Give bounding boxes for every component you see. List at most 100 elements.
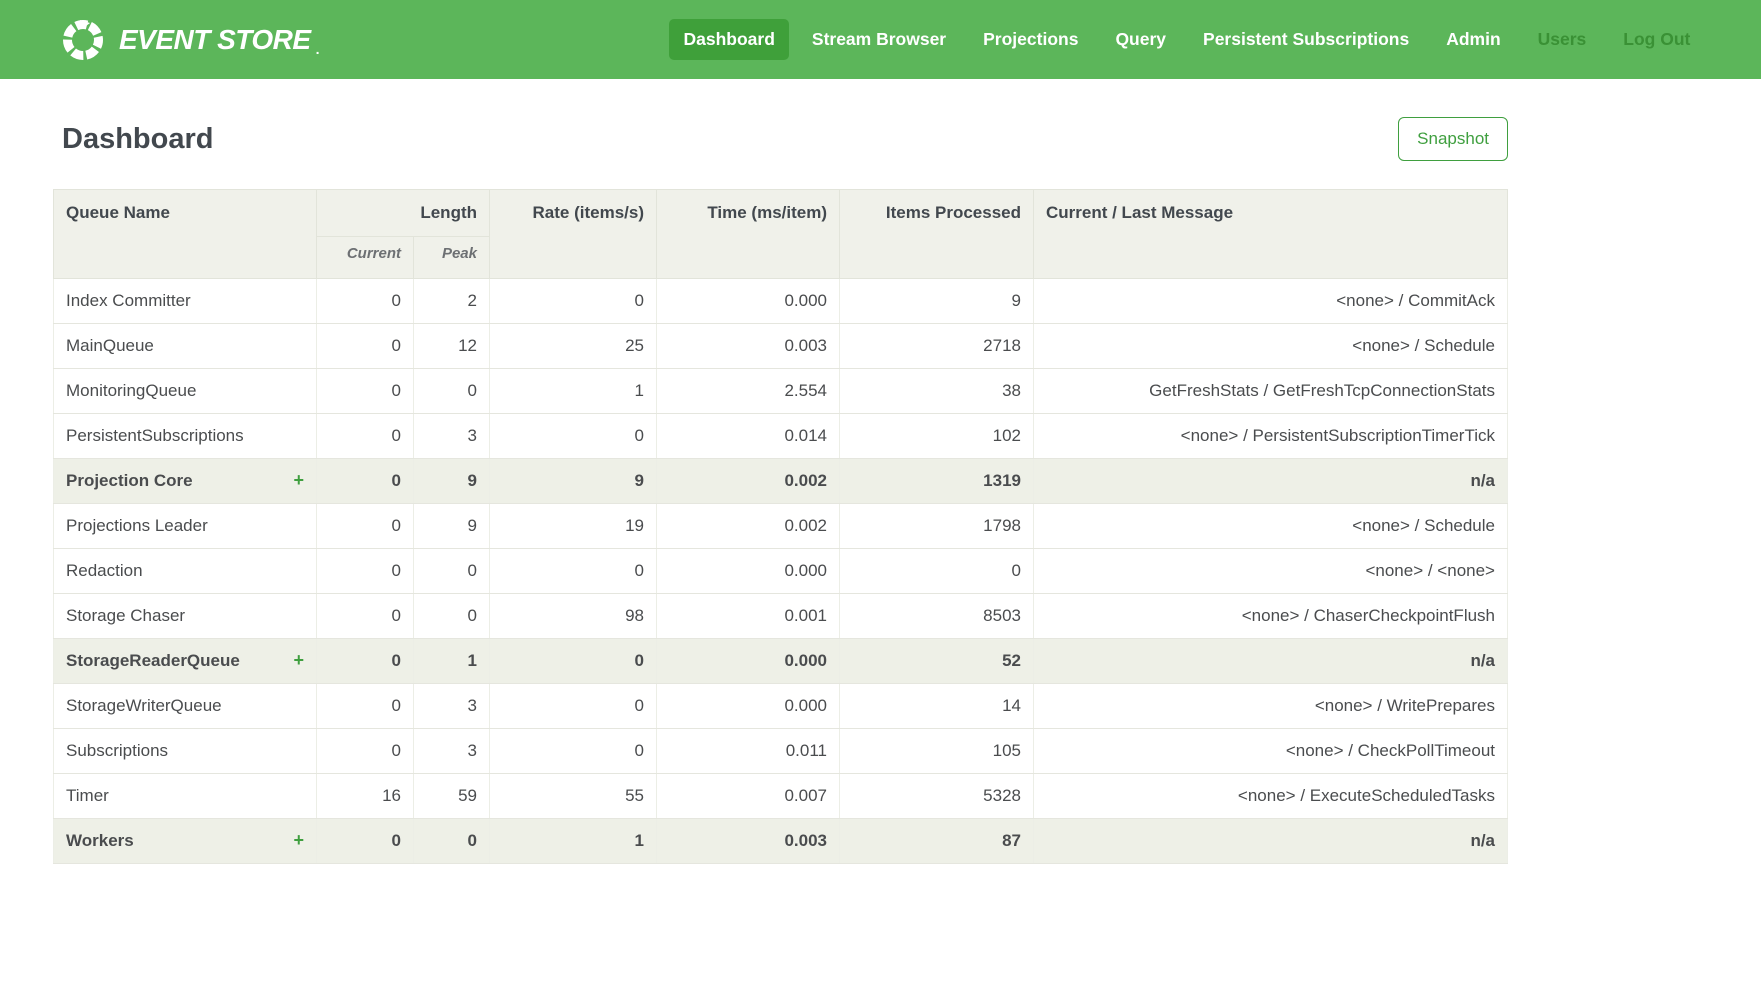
table-row: StorageReaderQueue+0100.00052n/a [54, 639, 1508, 684]
message-cell: <none> / WritePrepares [1034, 684, 1508, 729]
message-cell: <none> / ChaserCheckpointFlush [1034, 594, 1508, 639]
queue-name-label: Storage Chaser [66, 606, 185, 625]
table-row: Index Committer0200.0009<none> / CommitA… [54, 279, 1508, 324]
items-processed-cell: 1319 [840, 459, 1034, 504]
page-title: Dashboard [62, 123, 213, 156]
length-peak-cell: 12 [414, 324, 490, 369]
header-rate: Rate (items/s) [490, 190, 657, 279]
items-processed-cell: 0 [840, 549, 1034, 594]
items-processed-cell: 8503 [840, 594, 1034, 639]
length-current-cell: 0 [317, 279, 414, 324]
table-row: Storage Chaser00980.0018503<none> / Chas… [54, 594, 1508, 639]
items-processed-cell: 9 [840, 279, 1034, 324]
queue-name-label: MainQueue [66, 336, 154, 355]
queue-name-cell: MonitoringQueue [54, 369, 317, 414]
rate-cell: 0 [490, 729, 657, 774]
rate-cell: 9 [490, 459, 657, 504]
length-current-cell: 0 [317, 729, 414, 774]
nav-item-users[interactable]: Users [1524, 19, 1601, 61]
items-processed-cell: 1798 [840, 504, 1034, 549]
length-current-cell: 0 [317, 639, 414, 684]
length-current-cell: 16 [317, 774, 414, 819]
rate-cell: 1 [490, 369, 657, 414]
snapshot-button[interactable]: Snapshot [1398, 117, 1508, 161]
rate-cell: 0 [490, 684, 657, 729]
table-row: Workers+0010.00387n/a [54, 819, 1508, 864]
nav-item-persistent-subscriptions[interactable]: Persistent Subscriptions [1189, 19, 1423, 61]
length-peak-cell: 3 [414, 414, 490, 459]
queue-name-label: Index Committer [66, 291, 191, 310]
expand-plus-icon[interactable]: + [293, 471, 304, 489]
header-queue-name: Queue Name [54, 190, 317, 279]
expand-plus-icon[interactable]: + [293, 651, 304, 669]
items-processed-cell: 14 [840, 684, 1034, 729]
nav-item-stream-browser[interactable]: Stream Browser [798, 19, 960, 61]
table-row: StorageWriterQueue0300.00014<none> / Wri… [54, 684, 1508, 729]
rate-cell: 0 [490, 549, 657, 594]
message-cell: GetFreshStats / GetFreshTcpConnectionSta… [1034, 369, 1508, 414]
length-peak-cell: 2 [414, 279, 490, 324]
message-cell: <none> / CheckPollTimeout [1034, 729, 1508, 774]
nav-item-admin[interactable]: Admin [1432, 19, 1514, 61]
queue-name-label: StorageReaderQueue [66, 651, 240, 670]
table-row: Timer1659550.0075328<none> / ExecuteSche… [54, 774, 1508, 819]
event-store-logo-icon [60, 17, 106, 63]
queue-name-label: Projections Leader [66, 516, 208, 535]
queue-name-cell: Projection Core + [54, 459, 317, 504]
length-peak-cell: 0 [414, 819, 490, 864]
event-store-logo-text: EVENT STORE [119, 24, 311, 56]
header-peak: Peak [414, 237, 490, 279]
nav-item-log-out[interactable]: Log Out [1609, 19, 1704, 61]
time-cell: 0.002 [657, 504, 840, 549]
message-cell: n/a [1034, 819, 1508, 864]
header-message: Current / Last Message [1034, 190, 1508, 279]
time-cell: 0.000 [657, 549, 840, 594]
items-processed-cell: 105 [840, 729, 1034, 774]
nav-item-projections[interactable]: Projections [969, 19, 1092, 61]
time-cell: 0.011 [657, 729, 840, 774]
table-row: Projections Leader09190.0021798<none> / … [54, 504, 1508, 549]
time-cell: 0.014 [657, 414, 840, 459]
message-cell: <none> / CommitAck [1034, 279, 1508, 324]
rate-cell: 0 [490, 414, 657, 459]
event-store-logo[interactable]: EVENT STORE . [60, 17, 319, 63]
time-cell: 0.000 [657, 639, 840, 684]
length-peak-cell: 3 [414, 729, 490, 774]
length-peak-cell: 0 [414, 549, 490, 594]
table-row: Subscriptions0300.011105<none> / CheckPo… [54, 729, 1508, 774]
queue-name-cell: Timer [54, 774, 317, 819]
header-current: Current [317, 237, 414, 279]
table-row: PersistentSubscriptions0300.014102<none>… [54, 414, 1508, 459]
nav-item-dashboard[interactable]: Dashboard [669, 19, 788, 61]
message-cell: <none> / ExecuteScheduledTasks [1034, 774, 1508, 819]
items-processed-cell: 87 [840, 819, 1034, 864]
length-peak-cell: 59 [414, 774, 490, 819]
rate-cell: 0 [490, 639, 657, 684]
message-cell: n/a [1034, 459, 1508, 504]
queue-stats-table: Queue Name Length Rate (items/s) Time (m… [53, 189, 1508, 864]
header-length: Length [317, 190, 490, 237]
queue-name-cell: Subscriptions [54, 729, 317, 774]
length-current-cell: 0 [317, 504, 414, 549]
expand-plus-icon[interactable]: + [293, 831, 304, 849]
length-peak-cell: 1 [414, 639, 490, 684]
length-current-cell: 0 [317, 819, 414, 864]
queue-name-label: Projection Core [66, 471, 193, 490]
items-processed-cell: 5328 [840, 774, 1034, 819]
rate-cell: 98 [490, 594, 657, 639]
queue-name-cell: StorageWriterQueue [54, 684, 317, 729]
nav-item-query[interactable]: Query [1101, 19, 1180, 61]
length-current-cell: 0 [317, 324, 414, 369]
queue-name-label: Timer [66, 786, 109, 805]
length-peak-cell: 9 [414, 504, 490, 549]
queue-name-cell: Workers+ [54, 819, 317, 864]
length-peak-cell: 9 [414, 459, 490, 504]
table-row: MonitoringQueue0012.55438GetFreshStats /… [54, 369, 1508, 414]
length-peak-cell: 0 [414, 594, 490, 639]
table-header: Queue Name Length Rate (items/s) Time (m… [54, 190, 1508, 279]
time-cell: 0.002 [657, 459, 840, 504]
time-cell: 0.003 [657, 819, 840, 864]
page-header: Dashboard Snapshot [53, 117, 1508, 161]
table-row: MainQueue012250.0032718<none> / Schedule [54, 324, 1508, 369]
rate-cell: 19 [490, 504, 657, 549]
